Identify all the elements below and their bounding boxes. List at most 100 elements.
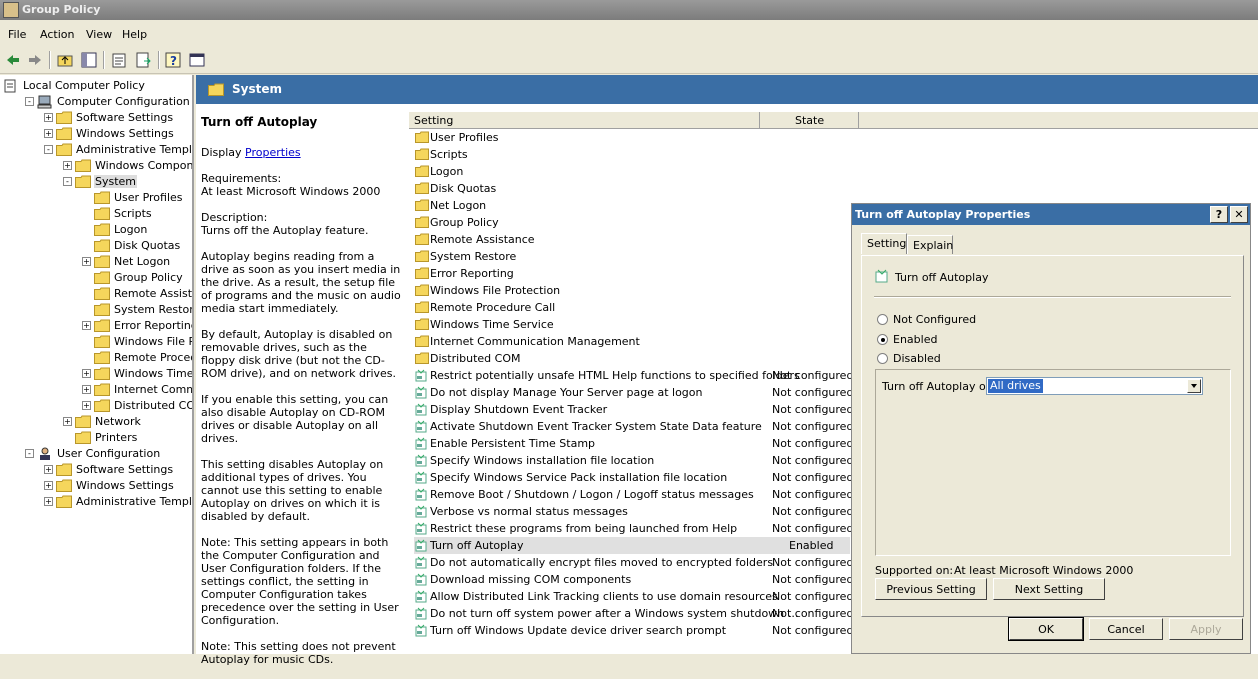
ok-button[interactable]: OK: [1008, 617, 1084, 641]
tree-node[interactable]: Remote Assistance: [0, 286, 192, 302]
list-item[interactable]: Disk Quotas: [414, 180, 850, 197]
expand-icon[interactable]: +: [44, 481, 53, 490]
list-item[interactable]: Display Shutdown Event Tracker Not config…: [414, 401, 853, 418]
tree-node[interactable]: Remote Procedure: [0, 350, 192, 366]
column-header-setting[interactable]: Setting: [409, 112, 760, 129]
list-item[interactable]: Windows Time Service: [414, 316, 850, 333]
tree-node[interactable]: Scripts: [0, 206, 192, 222]
tree-node[interactable]: + Net Logon: [0, 254, 192, 270]
expand-icon[interactable]: +: [44, 113, 53, 122]
collapse-icon[interactable]: -: [63, 177, 72, 186]
list-item[interactable]: Distributed COM: [414, 350, 850, 367]
collapse-icon[interactable]: -: [25, 97, 34, 106]
list-item[interactable]: Activate Shutdown Event Tracker System S…: [414, 418, 853, 435]
expand-icon[interactable]: +: [63, 161, 72, 170]
tree-node[interactable]: System Restore: [0, 302, 192, 318]
properties-link[interactable]: Properties: [245, 146, 301, 159]
cancel-button[interactable]: Cancel: [1089, 618, 1163, 640]
show-hide-console-icon[interactable]: [188, 51, 206, 69]
tree-node[interactable]: - User Configuration: [0, 446, 192, 462]
tree-node[interactable]: + Windows Settings: [0, 126, 192, 142]
list-item[interactable]: Specify Windows installation file locati…: [414, 452, 853, 469]
list-item[interactable]: Error Reporting: [414, 265, 850, 282]
tree-node[interactable]: Local Computer Policy: [0, 78, 192, 94]
list-item[interactable]: Logon: [414, 163, 850, 180]
tree-node[interactable]: - Administrative Templates: [0, 142, 192, 158]
dialog-help-button[interactable]: ?: [1210, 206, 1228, 223]
tree-node[interactable]: User Profiles: [0, 190, 192, 206]
tree-node[interactable]: + Windows Components: [0, 158, 192, 174]
list-item[interactable]: Turn off Windows Update device driver se…: [414, 622, 853, 639]
back-arrow-icon[interactable]: [4, 51, 22, 69]
autoplay-drives-select[interactable]: All drives: [986, 377, 1203, 395]
dialog-close-button[interactable]: ✕: [1230, 206, 1248, 223]
export-list-icon[interactable]: [134, 51, 152, 69]
tab-setting[interactable]: Setting: [861, 233, 907, 254]
expand-icon[interactable]: +: [82, 385, 91, 394]
apply-button[interactable]: Apply: [1169, 618, 1243, 640]
tree-node[interactable]: + Error Reporting: [0, 318, 192, 334]
chevron-down-icon[interactable]: [1187, 379, 1201, 393]
help-icon[interactable]: ?: [164, 51, 182, 69]
list-item[interactable]: Windows File Protection: [414, 282, 850, 299]
list-item[interactable]: Do not turn off system power after a Win…: [414, 605, 853, 622]
tree-node[interactable]: Disk Quotas: [0, 238, 192, 254]
expand-icon[interactable]: +: [82, 321, 91, 330]
list-item[interactable]: Do not display Manage Your Server page a…: [414, 384, 853, 401]
list-item[interactable]: Specify Windows Service Pack installatio…: [414, 469, 853, 486]
show-hide-tree-icon[interactable]: [80, 51, 98, 69]
tree-node[interactable]: + Windows Time Serv: [0, 366, 192, 382]
expand-icon[interactable]: +: [44, 497, 53, 506]
tree-node[interactable]: + Network: [0, 414, 192, 430]
radio-enabled[interactable]: [877, 334, 888, 345]
expand-icon[interactable]: +: [82, 257, 91, 266]
list-item[interactable]: Remote Assistance: [414, 231, 850, 248]
list-item[interactable]: Remove Boot / Shutdown / Logon / Logoff …: [414, 486, 853, 503]
list-item[interactable]: Enable Persistent Time Stamp Not configur…: [414, 435, 853, 452]
list-item[interactable]: Verbose vs normal status messages Not con…: [414, 503, 853, 520]
collapse-icon[interactable]: -: [44, 145, 53, 154]
expand-icon[interactable]: +: [82, 369, 91, 378]
list-item[interactable]: Internet Communication Management: [414, 333, 850, 350]
list-item[interactable]: Scripts: [414, 146, 850, 163]
list-item[interactable]: Group Policy: [414, 214, 850, 231]
expand-icon[interactable]: +: [82, 401, 91, 410]
forward-arrow-icon[interactable]: [26, 51, 44, 69]
tree-node[interactable]: + Administrative Templates: [0, 494, 192, 510]
next-setting-button[interactable]: Next Setting: [993, 578, 1105, 600]
tree-node[interactable]: + Internet Communic: [0, 382, 192, 398]
tree-node[interactable]: Logon: [0, 222, 192, 238]
tree-node[interactable]: Printers: [0, 430, 192, 446]
list-item[interactable]: Net Logon: [414, 197, 850, 214]
tree-node[interactable]: + Distributed COM: [0, 398, 192, 414]
up-folder-icon[interactable]: [56, 51, 74, 69]
list-item[interactable]: Remote Procedure Call: [414, 299, 850, 316]
properties-icon[interactable]: [110, 51, 128, 69]
radio-disabled[interactable]: [877, 353, 888, 364]
list-item[interactable]: Download missing COM components Not confi…: [414, 571, 853, 588]
previous-setting-button[interactable]: Previous Setting: [875, 578, 987, 600]
collapse-icon[interactable]: -: [25, 449, 34, 458]
expand-icon[interactable]: +: [63, 417, 72, 426]
tab-explain[interactable]: Explain: [907, 235, 953, 254]
expand-icon[interactable]: +: [44, 129, 53, 138]
list-item[interactable]: Do not automatically encrypt files moved…: [414, 554, 853, 571]
tree-node[interactable]: Windows File Prote: [0, 334, 192, 350]
expand-icon[interactable]: +: [44, 465, 53, 474]
tree-node[interactable]: + Windows Settings: [0, 478, 192, 494]
list-item[interactable]: Restrict potentially unsafe HTML Help fu…: [414, 367, 853, 384]
tree-node[interactable]: - Computer Configuration: [0, 94, 192, 110]
list-item[interactable]: Turn off Autoplay Enabled: [414, 537, 850, 554]
list-item[interactable]: System Restore: [414, 248, 850, 265]
tree-node[interactable]: Group Policy: [0, 270, 192, 286]
tree-node[interactable]: + Software Settings: [0, 462, 192, 478]
list-item[interactable]: Restrict these programs from being launc…: [414, 520, 853, 537]
menu-view[interactable]: View: [86, 28, 112, 41]
list-item[interactable]: User Profiles: [414, 129, 850, 146]
menu-help[interactable]: Help: [122, 28, 147, 41]
tree-node[interactable]: - System: [0, 174, 192, 190]
menu-action[interactable]: Action: [40, 28, 74, 41]
radio-not-configured[interactable]: [877, 314, 888, 325]
tree-node[interactable]: + Software Settings: [0, 110, 192, 126]
list-item[interactable]: Allow Distributed Link Tracking clients …: [414, 588, 853, 605]
